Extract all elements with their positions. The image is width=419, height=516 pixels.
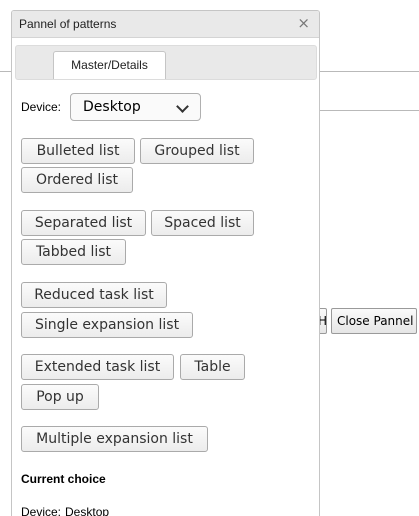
- single-expansion-list-button[interactable]: Single expansion list: [21, 312, 193, 338]
- tab-master-details[interactable]: Master/Details: [53, 51, 166, 79]
- current-choice-title: Current choice: [21, 472, 106, 486]
- current-device: Device: Desktop: [21, 505, 109, 516]
- separated-list-button[interactable]: Separated list: [21, 210, 146, 236]
- multiple-expansion-list-button[interactable]: Multiple expansion list: [21, 426, 208, 452]
- close-panel-button[interactable]: Close Pannel: [331, 308, 417, 334]
- ordered-list-button[interactable]: Ordered list: [21, 167, 133, 193]
- device-row: Device: Desktop: [12, 91, 319, 123]
- background-divider-left: [0, 71, 11, 72]
- background-divider-lower: [320, 110, 419, 111]
- bulleted-list-button[interactable]: Bulleted list: [21, 138, 135, 164]
- spaced-list-button[interactable]: Spaced list: [151, 210, 254, 236]
- reduced-task-list-button[interactable]: Reduced task list: [21, 282, 167, 308]
- patterns-panel: Pannel of patterns × Master/Details Devi…: [11, 10, 320, 516]
- close-icon[interactable]: ×: [297, 14, 310, 32]
- current-device-label: Device:: [21, 505, 62, 516]
- background-divider-top: [320, 71, 419, 72]
- device-select-value: Desktop: [83, 99, 141, 115]
- extended-task-list-button[interactable]: Extended task list: [21, 354, 174, 380]
- chevron-down-icon: [176, 100, 189, 113]
- current-device-value: Desktop: [65, 505, 110, 516]
- tab-bar: Master/Details: [15, 45, 317, 80]
- pop-up-button[interactable]: Pop up: [21, 384, 99, 410]
- device-label: Device:: [21, 100, 62, 114]
- tabbed-list-button[interactable]: Tabbed list: [21, 239, 126, 265]
- device-select[interactable]: Desktop: [70, 93, 201, 121]
- table-button[interactable]: Table: [180, 354, 245, 380]
- panel-title: Pannel of patterns: [19, 17, 117, 31]
- grouped-list-button[interactable]: Grouped list: [140, 138, 254, 164]
- panel-header: Pannel of patterns ×: [12, 11, 319, 38]
